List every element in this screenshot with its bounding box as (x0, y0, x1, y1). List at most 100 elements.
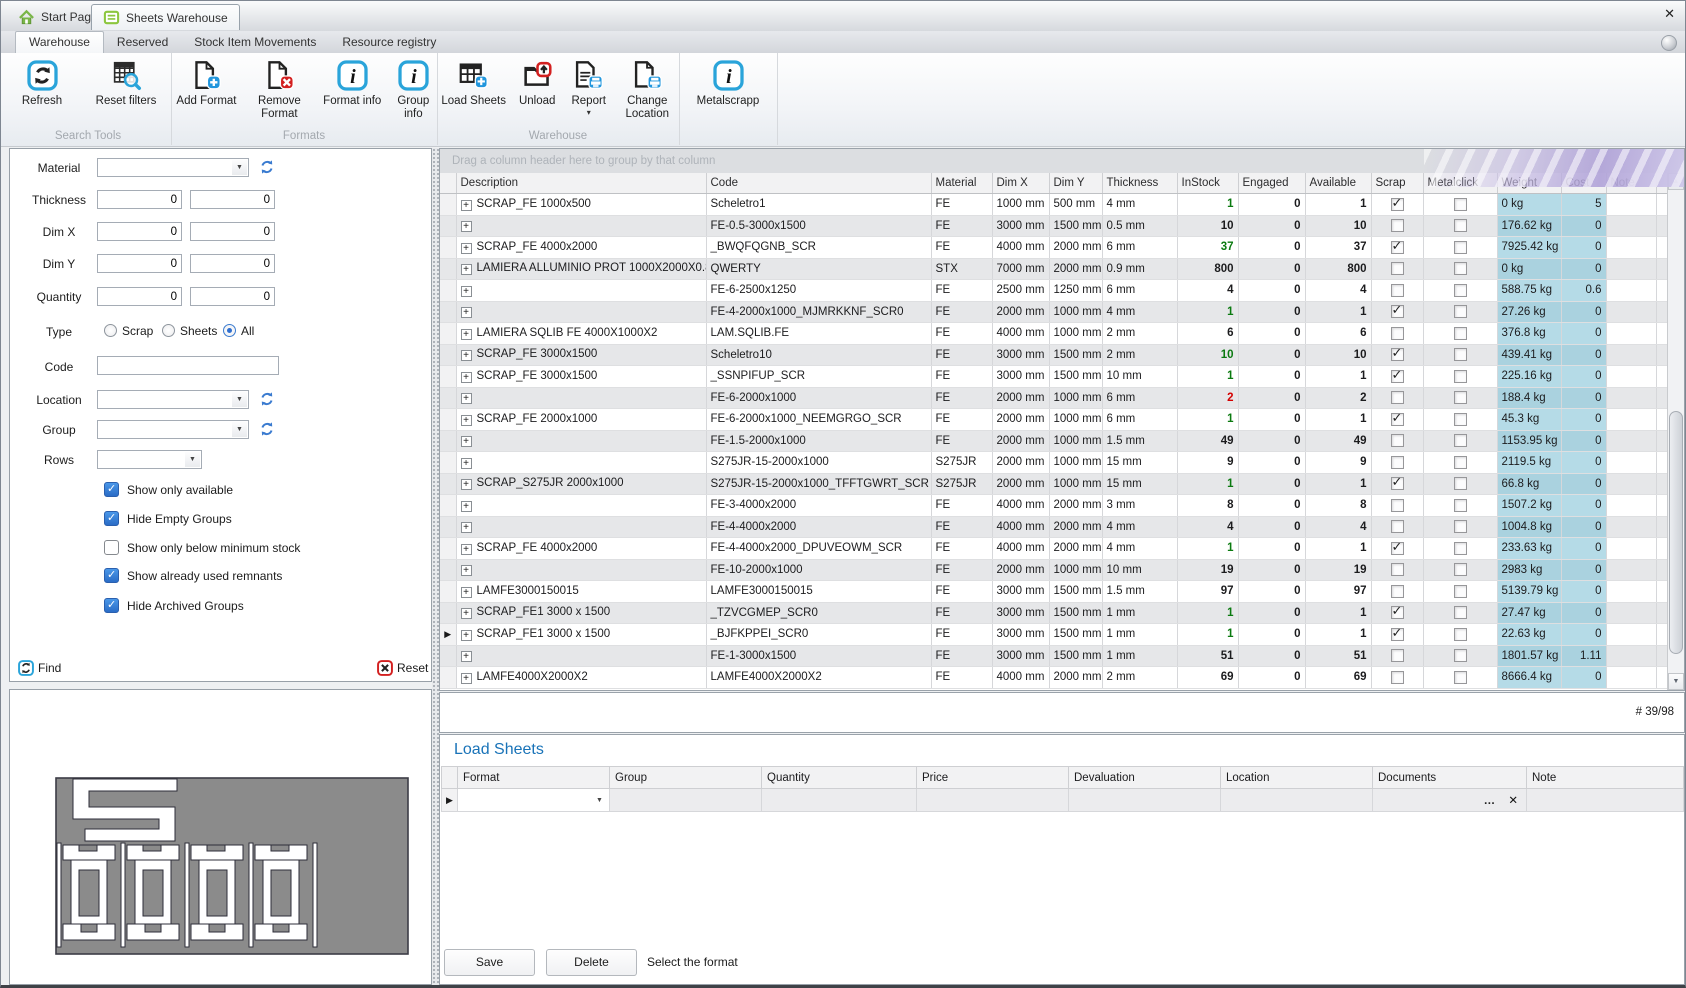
scroll-down-icon[interactable]: ▼ (1668, 673, 1684, 690)
metalclick-checkbox[interactable] (1454, 671, 1467, 684)
table-row[interactable]: +FE-0.5-3000x1500FE3000 mm1500 mm0.5 mm1… (440, 215, 1667, 237)
group-by-banner[interactable]: Drag a column header here to group by th… (440, 149, 1684, 174)
devaluation-cell[interactable] (1069, 789, 1221, 812)
scrap-checkbox[interactable] (1391, 198, 1404, 211)
expand-icon[interactable]: + (461, 608, 472, 619)
metalclick-checkbox[interactable] (1454, 262, 1467, 275)
table-row[interactable]: +SCRAP_FE 4000x2000_BWQFQGNB_SCRFE4000 m… (440, 237, 1667, 259)
note-cell[interactable] (1527, 789, 1684, 812)
ribbon-tab-resource-registry[interactable]: Resource registry (329, 31, 449, 53)
table-row[interactable]: +FE-4-4000x2000FE4000 mm2000 mm4 mm40410… (440, 516, 1667, 538)
scrap-checkbox[interactable] (1391, 370, 1404, 383)
scrap-checkbox[interactable] (1391, 262, 1404, 275)
ribbon-tab-warehouse[interactable]: Warehouse (15, 31, 104, 54)
load-sheets-button[interactable]: Load Sheets (437, 60, 510, 121)
material-select[interactable]: ▼ (97, 158, 249, 177)
material-refresh-icon[interactable] (259, 159, 275, 175)
type-radio-scrap[interactable] (104, 324, 117, 337)
dimx-max-input[interactable] (190, 222, 275, 241)
expand-icon[interactable]: + (461, 587, 472, 598)
metalclick-checkbox[interactable] (1454, 305, 1467, 318)
expand-icon[interactable]: + (461, 565, 472, 576)
expand-icon[interactable]: + (461, 522, 472, 533)
table-row[interactable]: +LAMIERA ALLUMINIO PROT 1000X2000X0.8QWE… (440, 258, 1667, 280)
group-refresh-icon[interactable] (259, 421, 275, 437)
location-select[interactable]: ▼ (97, 390, 249, 409)
documents-browse-button[interactable]: … (1484, 795, 1497, 807)
column-header-code[interactable]: Code (706, 173, 931, 194)
table-row[interactable]: +SCRAP_FE 3000x1500_SSNPIFUP_SCRFE3000 m… (440, 366, 1667, 388)
expand-icon[interactable]: + (461, 630, 472, 641)
checkbox-hide-archived-groups[interactable] (104, 598, 119, 613)
scrap-checkbox[interactable] (1391, 284, 1404, 297)
metalclick-checkbox[interactable] (1454, 348, 1467, 361)
rows-select[interactable]: ▼ (97, 450, 202, 469)
load-sheets-row[interactable]: ▶ ▼ … ✕ (442, 789, 1684, 812)
scrap-checkbox[interactable] (1391, 348, 1404, 361)
metalclick-checkbox[interactable] (1454, 542, 1467, 555)
metalclick-checkbox[interactable] (1454, 391, 1467, 404)
expand-icon[interactable]: + (461, 221, 472, 232)
checkbox-show-only-available[interactable] (104, 482, 119, 497)
expand-icon[interactable]: + (461, 501, 472, 512)
expand-icon[interactable]: + (461, 372, 472, 383)
scrap-checkbox[interactable] (1391, 649, 1404, 662)
expand-icon[interactable]: + (461, 264, 472, 275)
expand-icon[interactable]: + (461, 673, 472, 684)
metalclick-checkbox[interactable] (1454, 585, 1467, 598)
ribbon-tab-stock-item-movements[interactable]: Stock Item Movements (181, 31, 329, 53)
expand-icon[interactable]: + (461, 329, 472, 340)
scrap-checkbox[interactable] (1391, 628, 1404, 641)
expand-icon[interactable]: + (461, 393, 472, 404)
expand-icon[interactable]: + (461, 307, 472, 318)
type-radio-sheets[interactable] (162, 324, 175, 337)
ribbon-options-button[interactable] (1661, 35, 1677, 51)
format-select[interactable]: ▼ (458, 789, 609, 811)
location-cell[interactable] (1221, 789, 1373, 812)
ls-column-header-format[interactable]: Format (458, 767, 610, 789)
ls-column-header-location[interactable]: Location (1221, 767, 1373, 789)
table-row[interactable]: +SCRAP_FE1 3000 x 1500_TZVCGMEP_SCR0FE30… (440, 602, 1667, 624)
ls-column-header-price[interactable]: Price (917, 767, 1069, 789)
ribbon-tab-reserved[interactable]: Reserved (104, 31, 181, 53)
table-row[interactable]: +LAMIERA SQLIB FE 4000X1000X2LAM.SQLIB.F… (440, 323, 1667, 345)
close-icon[interactable]: ✕ (1664, 6, 1675, 22)
find-button[interactable]: Find (18, 660, 61, 676)
thickness-max-input[interactable] (190, 190, 275, 209)
metalclick-checkbox[interactable] (1454, 327, 1467, 340)
scrap-checkbox[interactable] (1391, 499, 1404, 512)
metalclick-checkbox[interactable] (1454, 628, 1467, 641)
save-button[interactable]: Save (444, 949, 535, 976)
scrap-checkbox[interactable] (1391, 219, 1404, 232)
dimx-min-input[interactable] (97, 222, 182, 241)
scrap-checkbox[interactable] (1391, 391, 1404, 404)
code-input[interactable] (97, 356, 279, 375)
dimy-min-input[interactable] (97, 254, 182, 273)
metalclick-checkbox[interactable] (1454, 606, 1467, 619)
column-header-material[interactable]: Material (931, 173, 992, 194)
table-row[interactable]: +FE-6-2000x1000FE2000 mm1000 mm6 mm20218… (440, 387, 1667, 409)
table-row[interactable]: +FE-10-2000x1000FE2000 mm1000 mm10 mm190… (440, 559, 1667, 581)
add-format-button[interactable]: Add Format (171, 60, 242, 121)
metalclick-checkbox[interactable] (1454, 241, 1467, 254)
metalclick-checkbox[interactable] (1454, 563, 1467, 576)
refresh-button[interactable]: Refresh (5, 60, 79, 108)
scrap-checkbox[interactable] (1391, 542, 1404, 555)
expand-icon[interactable]: + (461, 544, 472, 555)
metalclick-checkbox[interactable] (1454, 413, 1467, 426)
expand-icon[interactable]: + (461, 243, 472, 254)
expand-icon[interactable]: + (461, 458, 472, 469)
metalclick-checkbox[interactable] (1454, 649, 1467, 662)
remove-format-button[interactable]: Remove Format (244, 60, 315, 121)
ls-column-header-documents[interactable]: Documents (1373, 767, 1527, 789)
column-header-thickness[interactable]: Thickness (1102, 173, 1177, 194)
metalclick-checkbox[interactable] (1454, 284, 1467, 297)
table-row[interactable]: +LAMFE4000X2000X2LAMFE4000X2000X2FE4000 … (440, 667, 1667, 689)
format-info-button[interactable]: i Format info (317, 60, 388, 121)
table-row[interactable]: +SCRAP_FE 1000x500Scheletro1FE1000 mm500… (440, 194, 1667, 216)
column-header-dim-x[interactable]: Dim X (992, 173, 1049, 194)
quantity-max-input[interactable] (190, 287, 275, 306)
table-row[interactable]: +FE-3-4000x2000FE4000 mm2000 mm3 mm80815… (440, 495, 1667, 517)
table-row[interactable]: +SCRAP_S275JR 2000x1000S275JR-15-2000x10… (440, 473, 1667, 495)
ls-column-header-devaluation[interactable]: Devaluation (1069, 767, 1221, 789)
